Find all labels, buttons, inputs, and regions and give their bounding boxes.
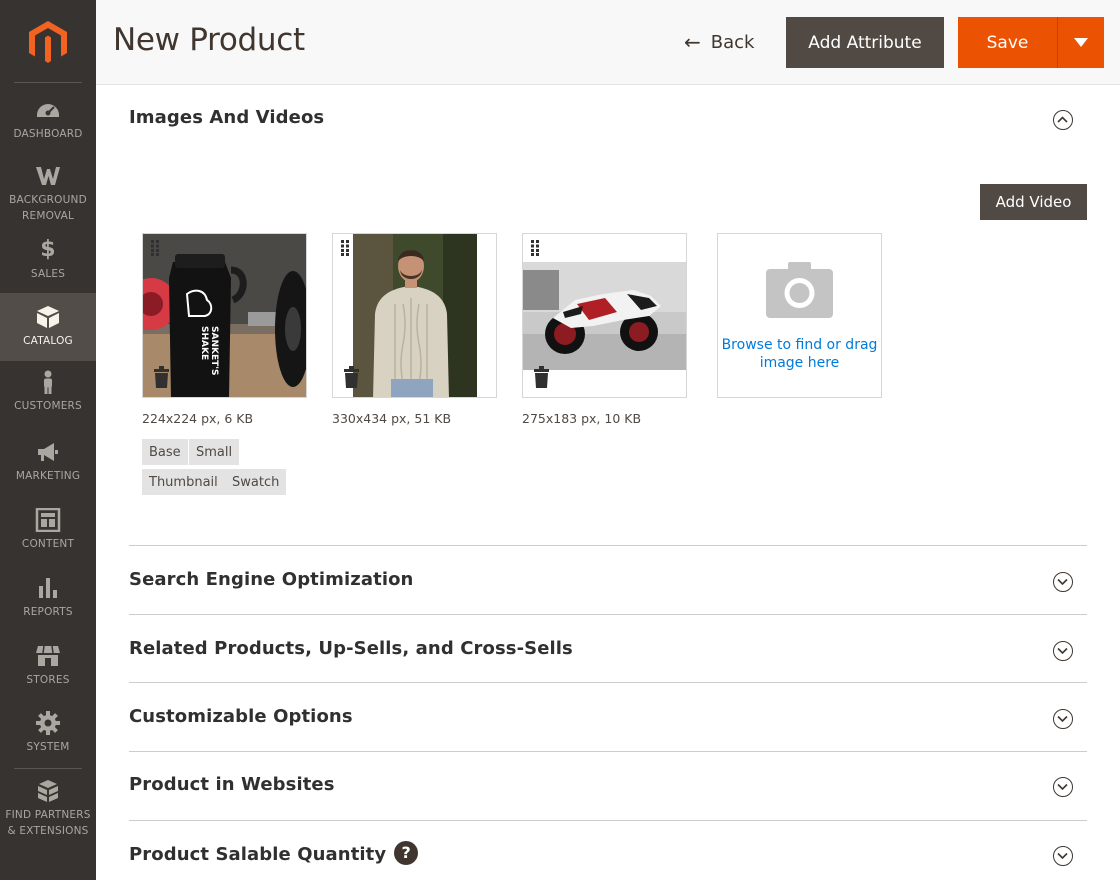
sidebar-item-label: DASHBOARD [13, 128, 83, 140]
section-title-salable[interactable]: Product Salable Quantity? [129, 841, 419, 867]
role-tag-swatch: Swatch [225, 469, 287, 495]
sidebar-item-label: REPORTS [23, 606, 73, 618]
sidebar-item-label: CONTENT [21, 538, 75, 550]
sidebar-item-partners[interactable]: FIND PARTNERS & EXTENSIONS [0, 779, 96, 843]
sidebar-item-label: BACKGROUND REMOVAL [9, 194, 87, 222]
sidebar-item-reports[interactable]: REPORTS [0, 576, 96, 626]
section-divider [129, 614, 1087, 615]
sidebar-item-label: FIND PARTNERS & EXTENSIONS [5, 809, 91, 837]
sidebar-item-customers[interactable]: CUSTOMERS [0, 370, 96, 420]
sidebar-item-sales[interactable]: $ SALES [0, 238, 96, 288]
sidebar-item-label: CATALOG [23, 335, 73, 347]
role-tag-thumbnail: Thumbnail [142, 469, 225, 495]
section-title-related[interactable]: Related Products, Up-Sells, and Cross-Se… [129, 638, 573, 659]
expand-icon[interactable] [1053, 777, 1073, 797]
sidebar-item-catalog[interactable]: CATALOG [0, 293, 96, 361]
sidebar-item-background-removal[interactable]: BACKGROUND REMOVAL [0, 164, 96, 228]
add-attribute-button[interactable]: Add Attribute [786, 17, 944, 68]
sidebar-item-system[interactable]: SYSTEM [0, 711, 96, 761]
trash-icon[interactable] [343, 366, 360, 388]
sidebar-divider [14, 82, 82, 83]
person-icon [44, 370, 52, 394]
image-thumbnail-3[interactable] [522, 233, 687, 398]
camera-icon [766, 262, 833, 318]
gear-icon [36, 711, 60, 735]
background-removal-icon [36, 167, 60, 185]
dashboard-icon [37, 104, 59, 117]
sidebar-item-label: SYSTEM [26, 741, 70, 753]
store-icon [36, 645, 60, 666]
trash-icon[interactable] [153, 366, 170, 388]
sidebar-item-dashboard[interactable]: DASHBOARD [0, 98, 96, 158]
expand-icon[interactable] [1053, 572, 1073, 592]
section-title-seo[interactable]: Search Engine Optimization [129, 569, 413, 590]
page-header: New Product ← Back Add Attribute Save [96, 0, 1120, 85]
shaker-label: SANKET'S SHAKE [199, 326, 219, 376]
expand-icon[interactable] [1053, 641, 1073, 661]
image-thumbnail-1[interactable]: SANKET'S SHAKE [142, 233, 307, 398]
layout-icon [35, 508, 61, 532]
save-button[interactable]: Save [958, 17, 1058, 68]
box-icon [37, 306, 59, 328]
section-divider [129, 751, 1087, 752]
sidebar-item-label: MARKETING [15, 470, 81, 482]
sidebar-item-content[interactable]: CONTENT [0, 508, 96, 558]
caret-down-icon [1074, 38, 1088, 47]
expand-icon[interactable] [1053, 709, 1073, 729]
image-thumbnail-2[interactable] [332, 233, 497, 398]
sidebar-divider [14, 768, 82, 769]
save-options-toggle[interactable] [1058, 17, 1104, 68]
section-divider [129, 820, 1087, 821]
bar-chart-icon [39, 578, 57, 598]
expand-icon[interactable] [1053, 846, 1073, 866]
sidebar-item-stores[interactable]: STORES [0, 644, 96, 694]
megaphone-icon [38, 443, 58, 461]
image-meta-3: 275x183 px, 10 KB [522, 411, 642, 426]
drag-handle-icon[interactable] [531, 240, 540, 256]
drag-handle-icon[interactable] [341, 240, 350, 256]
add-video-button[interactable]: Add Video [980, 184, 1087, 220]
admin-sidebar: DASHBOARD BACKGROUND REMOVAL $ SALES CAT… [0, 0, 96, 880]
sidebar-item-marketing[interactable]: MARKETING [0, 440, 96, 490]
section-divider [129, 545, 1087, 546]
role-tag-base: Base [142, 439, 188, 465]
sidebar-item-label: CUSTOMERS [14, 400, 82, 412]
image-meta-2: 330x434 px, 51 KB [332, 411, 452, 426]
section-title-images[interactable]: Images And Videos [129, 107, 324, 128]
section-title-label: Product Salable Quantity [129, 844, 387, 865]
collapse-icon[interactable] [1053, 110, 1073, 130]
section-divider [129, 682, 1087, 683]
magento-logo-icon[interactable] [28, 20, 68, 64]
back-button[interactable]: ← Back [684, 26, 754, 58]
image-meta-1: 224x224 px, 6 KB [142, 411, 254, 426]
cubes-icon [38, 780, 58, 802]
section-title-customizable[interactable]: Customizable Options [129, 706, 353, 727]
arrow-left-icon: ← [684, 30, 701, 54]
dollar-icon: $ [40, 237, 56, 262]
section-title-websites[interactable]: Product in Websites [129, 774, 335, 795]
sidebar-item-label: SALES [30, 268, 66, 280]
drag-handle-icon[interactable] [151, 240, 160, 256]
image-upload-dropzone[interactable]: Browse to find or drag image here [717, 233, 882, 398]
trash-icon[interactable] [533, 366, 550, 388]
upload-hint[interactable]: Browse to find or drag image here [718, 336, 881, 372]
role-tag-small: Small [189, 439, 240, 465]
sidebar-item-label: STORES [26, 674, 70, 686]
back-label: Back [710, 31, 755, 53]
help-icon[interactable]: ? [394, 841, 419, 865]
page-title: New Product [113, 22, 305, 58]
